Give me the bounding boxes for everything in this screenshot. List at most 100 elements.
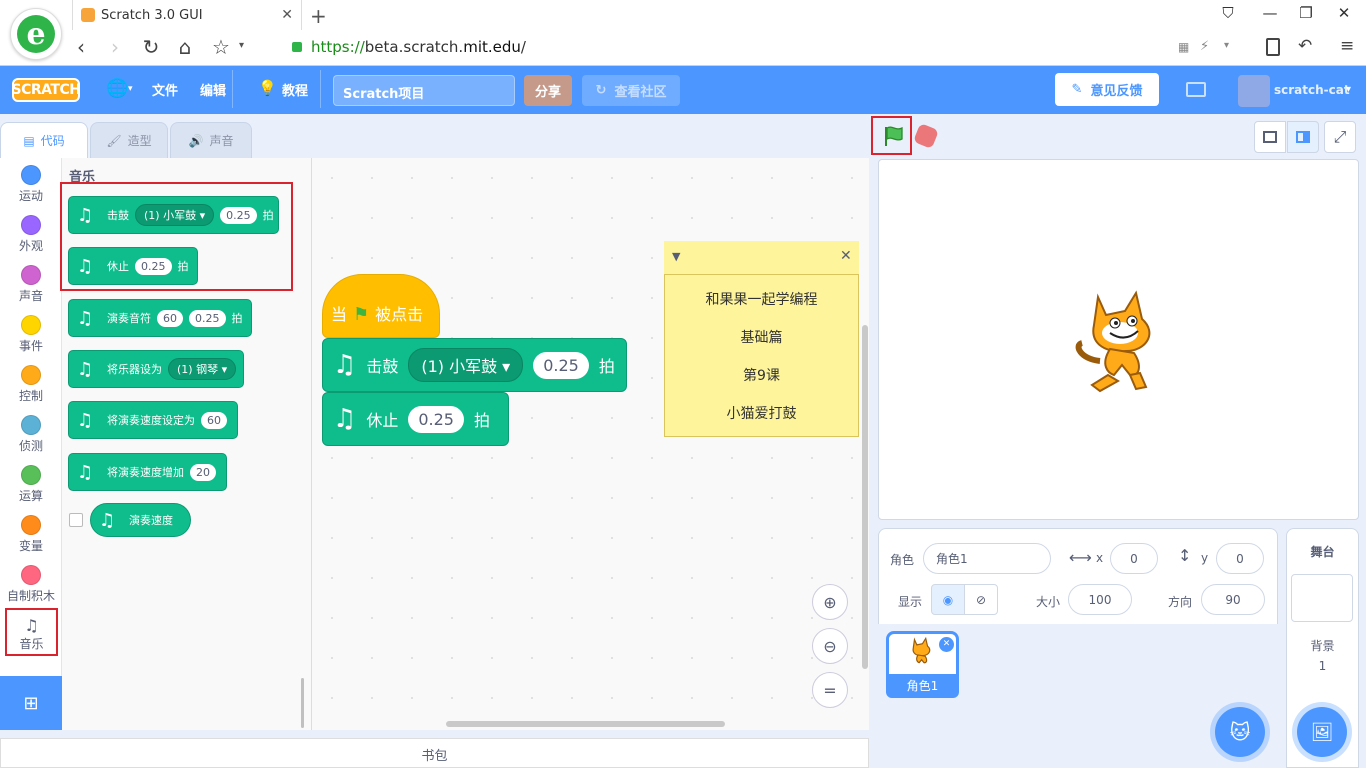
beats-input[interactable]: 0.25 (220, 206, 257, 224)
favorite-star-icon[interactable]: ☆ (204, 35, 238, 59)
scratch-logo[interactable]: SCRATCH (12, 78, 81, 102)
play-drum-block[interactable]: ♫ 击鼓 (1) 小军鼓 ▾ 0.25 拍 (322, 338, 627, 392)
fullscreen-icon[interactable]: ⤢ (1324, 121, 1356, 153)
address-bar[interactable]: https://beta.scratch.mit.edu/ (311, 38, 526, 56)
comment-header[interactable] (664, 241, 859, 275)
add-backdrop-button[interactable]: 🖼 (1297, 707, 1347, 757)
tempo-input[interactable]: 60 (201, 411, 227, 429)
my-stuff-folder-icon[interactable] (1186, 82, 1206, 97)
maximize-icon[interactable]: ❐ (1292, 4, 1320, 22)
category-control[interactable]: 控制 (0, 365, 62, 404)
category-sound[interactable]: 声音 (0, 265, 62, 304)
beats-input[interactable]: 0.25 (135, 257, 172, 275)
comment-close-icon[interactable]: ✕ (840, 248, 852, 264)
instrument-dropdown[interactable]: (1) 钢琴 ▾ (168, 358, 237, 380)
forward-icon[interactable]: › (98, 35, 132, 59)
close-window-icon[interactable]: ✕ (1330, 4, 1358, 22)
zoom-out-button[interactable]: ⊖ (812, 628, 848, 664)
x-input[interactable]: 0 (1110, 543, 1158, 574)
sprite-name-input[interactable]: 角色1 (923, 543, 1051, 574)
drum-dropdown[interactable]: (1) 小军鼓 ▾ (135, 204, 215, 226)
size-input[interactable]: 100 (1068, 584, 1132, 615)
minimize-icon[interactable]: — (1256, 4, 1284, 22)
tab-close-icon[interactable]: ✕ (281, 7, 293, 23)
tempo-monitor-checkbox[interactable] (69, 513, 83, 527)
category-operators[interactable]: 运算 (0, 465, 62, 504)
workspace-vertical-scrollbar[interactable] (862, 325, 868, 669)
see-community-button[interactable]: ↻ 查看社区 (582, 75, 680, 106)
zoom-in-button[interactable]: ⊕ (812, 584, 848, 620)
new-tab-icon[interactable]: + (310, 4, 327, 28)
tutorials-menu[interactable]: 教程 (282, 80, 308, 99)
rest-block[interactable]: ♫ 休止 0.25 拍 (322, 392, 509, 446)
back-icon[interactable]: ‹ (64, 35, 98, 59)
zoom-reset-button[interactable]: = (812, 672, 848, 708)
category-events[interactable]: 事件 (0, 315, 62, 354)
refresh-icon[interactable]: ↻ (134, 35, 168, 59)
category-music[interactable]: ♫ 音乐 (5, 608, 58, 656)
direction-input[interactable]: 90 (1201, 584, 1265, 615)
browser-tab[interactable]: Scratch 3.0 GUI ✕ (72, 0, 302, 30)
green-flag-button[interactable] (880, 124, 908, 148)
add-extension-button[interactable]: ⊞ (0, 676, 62, 730)
category-my-blocks[interactable]: 自制积木 (0, 565, 62, 604)
palette-block-play-drum[interactable]: ♫ 击鼓 (1) 小军鼓 ▾ 0.25 拍 (68, 196, 279, 234)
palette-reporter-tempo[interactable]: ♫ 演奏速度 (90, 503, 191, 537)
category-variables[interactable]: 变量 (0, 515, 62, 554)
chevron-down-icon[interactable]: ▾ (1224, 40, 1229, 51)
browser-logo-icon[interactable]: e (10, 8, 62, 60)
category-looks[interactable]: 外观 (0, 215, 62, 254)
category-sensing[interactable]: 侦测 (0, 415, 62, 454)
language-globe-icon[interactable]: 🌐 (106, 78, 128, 99)
palette-scrollbar[interactable] (301, 678, 304, 728)
palette-block-change-tempo[interactable]: ♫ 将演奏速度增加 20 (68, 453, 227, 491)
undo-icon[interactable]: ↶ (1298, 36, 1312, 56)
backdrop-thumbnail[interactable] (1291, 574, 1353, 622)
y-input[interactable]: 0 (1216, 543, 1264, 574)
comment-collapse-icon[interactable]: ▼ (672, 250, 680, 263)
tab-costumes[interactable]: 🖌 造型 (90, 122, 168, 158)
tab-sounds[interactable]: 🔊 声音 (170, 122, 252, 158)
tempo-change-input[interactable]: 20 (190, 463, 216, 481)
lightning-icon[interactable]: ⚡ (1200, 39, 1209, 54)
palette-block-set-tempo[interactable]: ♫ 将演奏速度设定为 60 (68, 401, 238, 439)
home-icon[interactable]: ⌂ (168, 35, 202, 59)
share-button[interactable]: 分享 (524, 75, 572, 106)
palette-block-rest[interactable]: ♫ 休止 0.25 拍 (68, 247, 198, 285)
feedback-button[interactable]: ✎ 意见反馈 (1055, 73, 1159, 106)
workspace-horizontal-scrollbar[interactable] (446, 721, 725, 727)
edit-menu[interactable]: 编辑 (200, 80, 226, 99)
favorite-dropdown-icon[interactable]: ▾ (239, 40, 244, 51)
file-menu[interactable]: 文件 (152, 80, 178, 99)
reading-mode-icon[interactable] (1266, 38, 1280, 56)
music-note-icon: ♫ (24, 616, 39, 635)
project-title-input[interactable]: Scratch项目 (333, 75, 515, 106)
category-motion[interactable]: 运动 (0, 165, 62, 204)
stop-button[interactable] (912, 122, 940, 150)
username[interactable]: scratch-cat (1274, 83, 1350, 97)
show-visible-button[interactable]: ◉ (931, 584, 965, 615)
note-input[interactable]: 60 (157, 309, 183, 327)
when-flag-clicked-block[interactable]: 当 ⚑ 被点击 (322, 274, 440, 338)
show-hidden-button[interactable]: ⊘ (964, 584, 998, 615)
qr-icon[interactable]: ▦ (1178, 40, 1189, 54)
palette-block-play-note[interactable]: ♫ 演奏音符 60 0.25 拍 (68, 299, 252, 337)
palette-block-set-instrument[interactable]: ♫ 将乐器设为 (1) 钢琴 ▾ (68, 350, 244, 388)
delete-sprite-icon[interactable]: ✕ (939, 637, 954, 652)
backpack[interactable]: 书包 (0, 738, 869, 768)
drum-dropdown[interactable]: (1) 小军鼓 ▾ (408, 348, 524, 382)
menu-icon[interactable]: ≡ (1340, 36, 1354, 56)
avatar[interactable] (1238, 75, 1270, 107)
language-dropdown-icon[interactable]: ▾ (128, 84, 133, 94)
large-stage-button[interactable] (1287, 121, 1319, 153)
scratch-cat-sprite[interactable] (1070, 285, 1170, 393)
beats-input[interactable]: 0.25 (533, 351, 589, 379)
beats-input[interactable]: 0.25 (408, 405, 464, 433)
beats-input[interactable]: 0.25 (189, 309, 226, 327)
skin-icon[interactable]: ⛉ (1214, 4, 1242, 22)
small-stage-button[interactable] (1254, 121, 1286, 153)
account-dropdown-icon[interactable]: ▾ (1346, 84, 1351, 95)
add-sprite-button[interactable]: 🐱 (1215, 707, 1265, 757)
lightbulb-icon[interactable]: 💡 (258, 79, 277, 97)
tab-code[interactable]: ▤ 代码 (0, 122, 88, 158)
